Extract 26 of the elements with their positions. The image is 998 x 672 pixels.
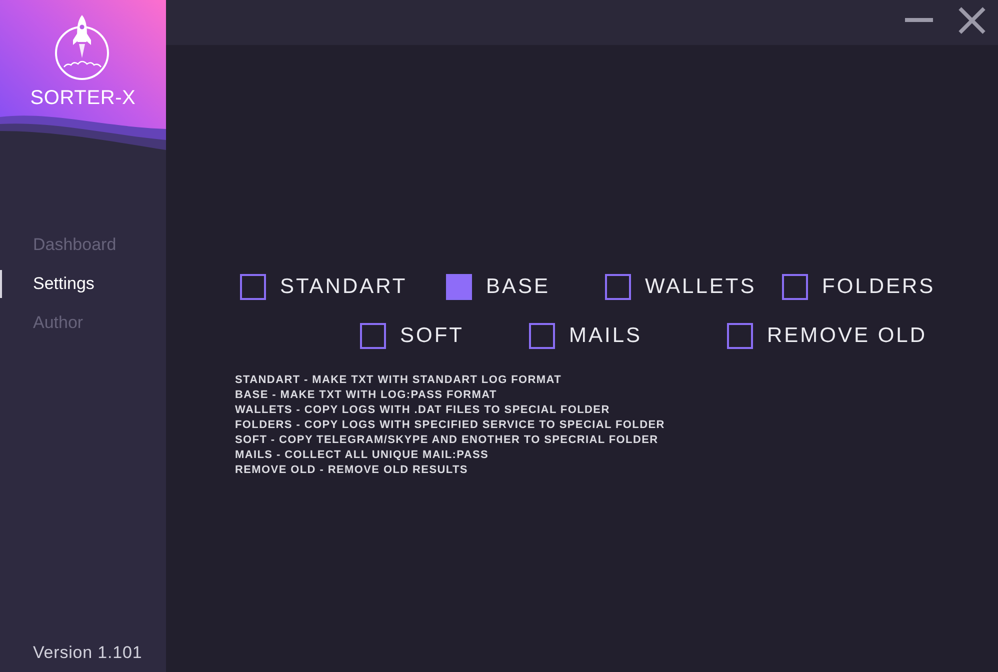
checkbox[interactable]: [446, 274, 472, 300]
checkbox[interactable]: [727, 323, 753, 349]
description-text: SOFT - COPY TELEGRAM/SKYPE AND ENOTHER TO SPECRIAL FOLDER: [235, 433, 658, 448]
close-icon: [958, 7, 986, 34]
description-text: REMOVE OLD - REMOVE OLD RESULTS: [235, 463, 468, 478]
checkbox[interactable]: [605, 274, 631, 300]
checkbox-label[interactable]: STANDART: [280, 274, 408, 300]
checkbox[interactable]: [240, 274, 266, 300]
description-text: MAILS - COLLECT ALL UNIQUE MAIL:PASS: [235, 448, 489, 463]
description-text: STANDART - MAKE TXT WITH STANDART LOG FORMAT: [235, 373, 562, 388]
checkbox-label[interactable]: SOFT: [400, 323, 464, 349]
close-button[interactable]: [958, 7, 986, 34]
minimize-icon: [905, 18, 933, 22]
checkbox-label[interactable]: WALLETS: [645, 274, 756, 300]
app-name: SORTER-X: [30, 86, 136, 110]
checkbox-label[interactable]: REMOVE OLD: [767, 323, 928, 349]
checkbox-label[interactable]: MAILS: [569, 323, 642, 349]
checkbox[interactable]: [782, 274, 808, 300]
description-text: FOLDERS - COPY LOGS WITH SPECIFIED SERVICE TO SPECIAL FOLDER: [235, 418, 665, 433]
checkbox-label[interactable]: BASE: [486, 274, 550, 300]
checkbox[interactable]: [529, 323, 555, 349]
checkbox-label[interactable]: FOLDERS: [822, 274, 936, 300]
description-text: WALLETS - COPY LOGS WITH .DAT FILES TO SPECIAL FOLDER: [235, 403, 610, 418]
description-text: BASE - MAKE TXT WITH LOG:PASS FORMAT: [235, 388, 497, 403]
checkbox[interactable]: [360, 323, 386, 349]
version-label: Version 1.101: [33, 643, 142, 663]
